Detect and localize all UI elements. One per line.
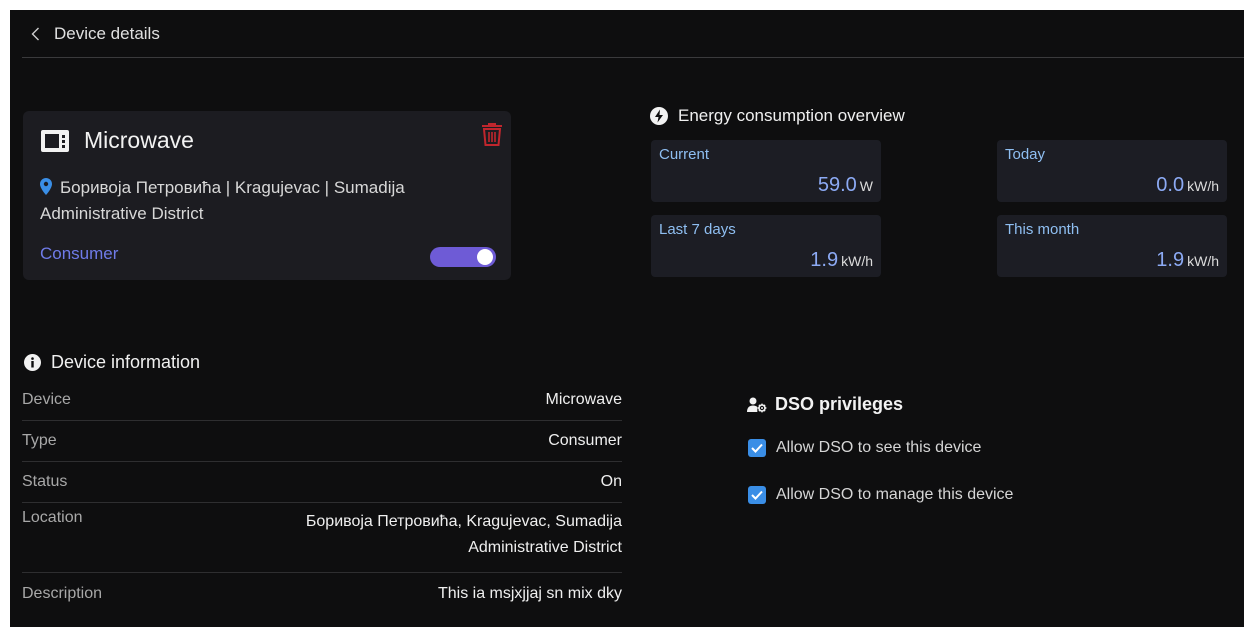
info-key: Description [22,584,103,602]
info-row-description: Description This ia msjxjjaj sn mix dky [22,573,622,614]
device-name-row: Microwave [40,127,194,154]
device-power-toggle[interactable] [430,247,496,267]
energy-overview-heading: Energy consumption overview [650,106,905,126]
stat-current: Current 59.0 W [651,140,881,202]
info-key: Type [22,432,57,449]
stat-value-row: 59.0 W [818,174,873,197]
stat-value: 1.9 [1156,249,1185,271]
device-location-text: Боривоја Петровића | Kragujevac | Sumadi… [40,178,405,223]
info-value: Боривоја Петровића, Kragujevac, Sumadija… [305,513,622,556]
toggle-knob [477,249,493,265]
stat-unit: kW/h [841,253,873,269]
stat-unit: kW/h [1187,178,1219,194]
stat-last-7-days: Last 7 days 1.9 kW/h [651,215,881,277]
stat-value: 59.0 [817,174,857,196]
users-gear-icon [747,397,767,412]
info-row-device: Device Microwave [22,380,622,421]
page-header: Device details [22,10,1244,58]
stat-value-row: 1.9 kW/h [1156,249,1219,272]
info-value: This ia msjxjjaj sn mix dky [437,584,622,602]
device-info-table: Device Microwave Type Consumer Status On… [22,380,622,614]
dso-privileges-title: DSO privileges [775,394,904,414]
dso-see-checkbox[interactable] [748,439,766,457]
stat-unit: kW/h [1187,253,1219,269]
info-key: Device [22,391,71,408]
stat-label: Last 7 days [659,221,736,238]
chevron-left-icon [31,27,39,40]
microwave-icon [41,129,69,152]
device-info-heading: Device information [24,352,200,373]
info-value: Microwave [545,391,622,408]
info-value: On [600,473,622,490]
checkmark-icon [751,443,763,453]
dso-manage-option[interactable]: Allow DSO to manage this device [748,486,1013,504]
info-value: Consumer [548,432,622,449]
energy-overview-title: Energy consumption overview [678,106,905,125]
stat-value: 0.0 [1156,174,1185,196]
stat-this-month: This month 1.9 kW/h [997,215,1227,277]
dso-see-option[interactable]: Allow DSO to see this device [748,439,981,457]
dso-privileges-heading: DSO privileges [747,394,903,415]
stat-value: 1.9 [810,249,839,271]
stat-value-row: 1.9 kW/h [810,249,873,272]
map-pin-icon [40,178,52,195]
device-card: Microwave Боривоја Петровића | Kragujeva… [23,111,511,280]
checkmark-icon [751,490,763,500]
lightning-icon [650,107,668,125]
trash-icon[interactable] [481,121,503,147]
device-name: Microwave [84,127,194,153]
info-row-type: Type Consumer [22,421,622,462]
info-key: Location [22,509,83,526]
stat-value-row: 0.0 kW/h [1156,174,1219,197]
dso-manage-label: Allow DSO to manage this device [776,486,1014,503]
info-row-location: Location Боривоја Петровића, Kragujevac,… [22,503,622,573]
info-key: Status [22,473,68,490]
stat-label: Today [1005,146,1046,163]
device-info-title: Device information [51,352,201,372]
stat-today: Today 0.0 kW/h [997,140,1227,202]
page-title: Device details [54,23,160,43]
dso-manage-checkbox[interactable] [748,486,766,504]
stat-label: Current [659,146,710,163]
info-row-status: Status On [22,462,622,503]
dso-see-label: Allow DSO to see this device [776,439,982,456]
device-type-label: Consumer [40,244,119,263]
app-frame: Device details Microwave Боривоја Петров… [10,10,1244,627]
info-icon [24,354,41,371]
stat-unit: W [859,178,873,194]
device-location: Боривоја Петровића | Kragujevac | Sumadi… [40,175,490,227]
stat-label: This month [1005,221,1080,238]
back-button[interactable]: Device details [22,24,160,44]
